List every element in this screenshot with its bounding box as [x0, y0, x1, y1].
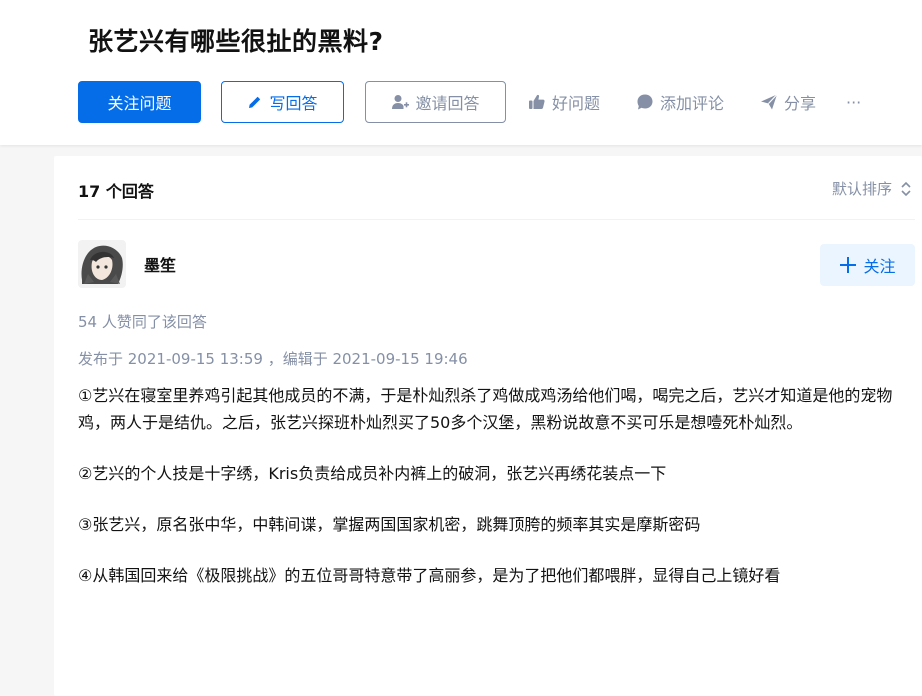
more-options-button[interactable]: ···	[846, 81, 861, 123]
more-icon: ···	[846, 92, 862, 112]
follow-question-label: 关注问题	[107, 94, 172, 113]
invite-answer-button[interactable]: 邀请回答	[365, 81, 506, 123]
publish-edit-time[interactable]: 发布于 2021-09-15 13:59 ，编辑于 2021-09-15 19:…	[78, 348, 468, 369]
write-answer-label: 写回答	[269, 94, 318, 113]
answer-paragraph: ③张艺兴，原名张中华，中韩间谍，掌握两国国家机密，跳舞顶胯的频率其实是摩斯密码	[78, 515, 701, 534]
good-question-label: 好问题	[552, 94, 601, 113]
plus-icon	[839, 256, 857, 274]
follow-author-button[interactable]: 关注	[820, 244, 915, 286]
question-title: 张艺兴有哪些很扯的黑料?	[88, 27, 384, 56]
add-user-icon	[391, 93, 410, 111]
avatar[interactable]	[78, 240, 126, 288]
answers-card: 17 个回答 默认排序 墨笙 关注 54 人赞同了该回答 发布于 2021-09…	[54, 156, 922, 696]
thumbs-up-icon	[528, 93, 546, 111]
write-answer-button[interactable]: 写回答	[221, 81, 344, 123]
answer-paragraph: ②艺兴的个人技是十字绣，Kris负责给成员补内裤上的破洞，张艺兴再绣花装点一下	[78, 464, 667, 483]
answer-paragraph: ①艺兴在寝室里养鸡引起其他成员的不满，于是朴灿烈杀了鸡做成鸡汤给他们喝，喝完之后…	[78, 386, 893, 432]
share-label: 分享	[784, 94, 817, 113]
question-header: 张艺兴有哪些很扯的黑料? 关注问题 写回答 邀请回答 好问题 添加评论 分享 ·…	[0, 0, 922, 145]
sort-label: 默认排序	[831, 180, 892, 198]
good-question-button[interactable]: 好问题	[528, 81, 600, 123]
sort-dropdown[interactable]: 默认排序	[832, 178, 912, 199]
paper-plane-icon	[760, 93, 778, 111]
invite-answer-label: 邀请回答	[415, 94, 480, 113]
author-name[interactable]: 墨笙	[144, 252, 176, 276]
answer-content: ①艺兴在寝室里养鸡引起其他成员的不满，于是朴灿烈杀了鸡做成鸡汤给他们喝，喝完之后…	[78, 382, 914, 613]
follow-author-label: 关注	[863, 257, 896, 276]
share-button[interactable]: 分享	[760, 81, 816, 123]
follow-question-button[interactable]: 关注问题	[78, 81, 201, 123]
add-comment-label: 添加评论	[660, 94, 725, 113]
vote-count-text: 54 人赞同了该回答	[78, 313, 207, 331]
answers-count: 17 个回答	[78, 182, 154, 201]
divider	[78, 219, 915, 220]
add-comment-button[interactable]: 添加评论	[636, 81, 724, 123]
answer-paragraph: ④从韩国回来给《极限挑战》的五位哥哥特意带了高丽参，是为了把他们都喂胖，显得自己…	[78, 566, 781, 585]
pencil-icon	[247, 94, 263, 110]
comment-bubble-icon	[636, 93, 654, 111]
chevron-updown-icon	[900, 181, 912, 197]
